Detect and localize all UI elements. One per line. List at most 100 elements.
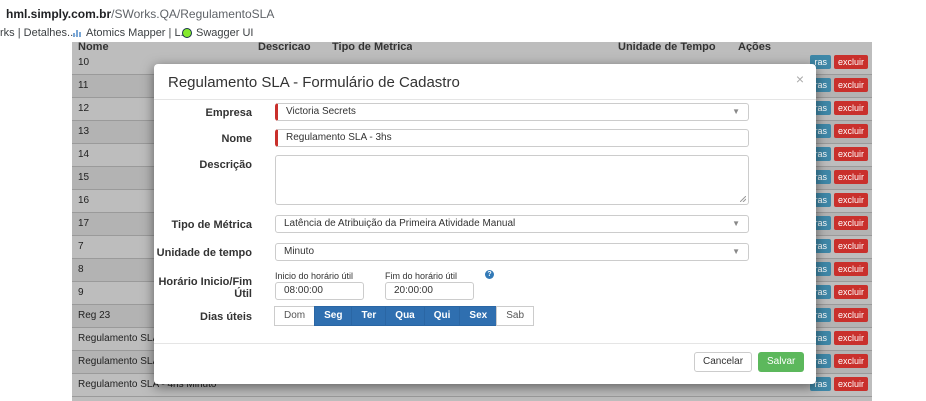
- column-header: Ações: [738, 42, 772, 52]
- help-icon[interactable]: ?: [485, 270, 494, 279]
- bookmark-label: Swagger UI: [196, 27, 254, 39]
- chevron-down-icon: ▼: [732, 219, 740, 228]
- row-name: 15: [78, 172, 90, 183]
- page-right-margin: [872, 42, 926, 401]
- column-header: Nome: [78, 42, 109, 52]
- bookmark-detalhes[interactable]: rks | Detalhes...: [0, 27, 76, 39]
- delete-button[interactable]: excluir: [833, 377, 868, 391]
- row-name: 12: [78, 103, 90, 114]
- horario-label: Horário Inicio/Fim Útil: [154, 276, 252, 300]
- day-toggle-ter[interactable]: Ter: [351, 306, 387, 326]
- modal-title: Regulamento SLA - Formulário de Cadastro: [168, 74, 460, 91]
- row-actions: ras excluir: [810, 147, 868, 161]
- empresa-value: Victoria Secrets: [286, 106, 356, 117]
- row-actions: ras excluir: [810, 308, 868, 322]
- chevron-down-icon: ▼: [732, 247, 740, 256]
- resize-handle-icon[interactable]: [740, 196, 746, 202]
- descricao-textarea[interactable]: [275, 155, 749, 205]
- column-header: Descricao: [258, 42, 311, 52]
- table-header: Nome Descricao Tipo de Metrica Unidade d…: [72, 42, 872, 52]
- column-header: Unidade de Tempo: [618, 42, 716, 52]
- row-name: 14: [78, 149, 90, 160]
- row-actions: ras excluir: [810, 262, 868, 276]
- row-name: 9: [78, 287, 84, 298]
- delete-button[interactable]: excluir: [833, 147, 868, 161]
- column-header: Tipo de Metrica: [332, 42, 413, 52]
- fim-value: 20:00:00: [394, 285, 433, 296]
- day-toggle-sex[interactable]: Sex: [459, 306, 498, 326]
- row-actions: ras excluir: [810, 101, 868, 115]
- tipo-metrica-value: Latência de Atribuição da Primeira Ativi…: [284, 218, 516, 229]
- row-name: 8: [78, 264, 84, 275]
- empresa-select[interactable]: Victoria Secrets ▼: [275, 103, 749, 121]
- url-path: /SWorks.QA/RegulamentoSLA: [111, 7, 275, 21]
- row-actions: ras excluir: [810, 354, 868, 368]
- delete-button[interactable]: excluir: [833, 239, 868, 253]
- bookmark-label: Atomics Mapper | L...: [86, 27, 190, 39]
- modal-header-divider: [154, 99, 816, 100]
- tipo-metrica-label: Tipo de Métrica: [171, 219, 252, 231]
- bookmarks-bar: rks | Detalhes... Atomics Mapper | L... …: [0, 27, 926, 42]
- dias-toggle-group: Dom Seg Ter Qua Qui Sex Sab: [274, 306, 535, 326]
- row-name: 13: [78, 126, 90, 137]
- close-icon[interactable]: ×: [796, 71, 804, 87]
- page-left-margin: [0, 42, 72, 401]
- delete-button[interactable]: excluir: [833, 285, 868, 299]
- url-text[interactable]: hml.simply.com.br/SWorks.QA/RegulamentoS…: [6, 7, 274, 21]
- day-toggle-seg[interactable]: Seg: [314, 306, 353, 326]
- tipo-metrica-select[interactable]: Latência de Atribuição da Primeira Ativi…: [275, 215, 749, 233]
- row-name: 7: [78, 241, 84, 252]
- bookmark-atomics-mapper[interactable]: Atomics Mapper | L...: [72, 27, 190, 39]
- day-toggle-dom[interactable]: Dom: [274, 306, 316, 326]
- horario-label-line2: Útil: [234, 288, 252, 300]
- delete-button[interactable]: excluir: [833, 216, 868, 230]
- row-actions: ras excluir: [810, 285, 868, 299]
- row-actions: ras excluir: [810, 193, 868, 207]
- sla-form-modal: Regulamento SLA - Formulário de Cadastro…: [154, 64, 816, 384]
- row-actions: ras excluir: [810, 239, 868, 253]
- day-toggle-qua[interactable]: Qua: [385, 306, 425, 326]
- dias-label: Dias úteis: [200, 311, 252, 323]
- unidade-tempo-select[interactable]: Minuto ▼: [275, 243, 749, 261]
- bookmark-label: rks | Detalhes...: [0, 27, 77, 39]
- delete-button[interactable]: excluir: [833, 101, 868, 115]
- delete-button[interactable]: excluir: [833, 262, 868, 276]
- address-bar[interactable]: hml.simply.com.br/SWorks.QA/RegulamentoS…: [0, 0, 926, 27]
- day-toggle-sab[interactable]: Sab: [496, 306, 535, 326]
- row-name: 16: [78, 195, 90, 206]
- fim-input[interactable]: 20:00:00: [385, 282, 474, 300]
- delete-button[interactable]: excluir: [833, 354, 868, 368]
- delete-button[interactable]: excluir: [833, 308, 868, 322]
- row-actions: ras excluir: [810, 377, 868, 391]
- cancel-button[interactable]: Cancelar: [694, 352, 753, 372]
- row-actions: ras excluir: [810, 331, 868, 345]
- delete-button[interactable]: excluir: [833, 55, 868, 69]
- row-name: Reg 23: [78, 310, 111, 321]
- inicio-value: 08:00:00: [284, 285, 323, 296]
- delete-button[interactable]: excluir: [833, 78, 868, 92]
- inicio-input[interactable]: 08:00:00: [275, 282, 364, 300]
- delete-button[interactable]: excluir: [833, 124, 868, 138]
- descricao-label: Descrição: [199, 159, 252, 171]
- inicio-label: Inicio do horário útil: [275, 271, 354, 281]
- fim-label: Fim do horário útil: [385, 271, 458, 281]
- row-actions: ras excluir: [810, 78, 868, 92]
- modal-footer-divider: [154, 343, 816, 344]
- row-name: Regulamento SLA: [78, 356, 160, 367]
- empresa-label: Empresa: [205, 107, 252, 119]
- delete-button[interactable]: excluir: [833, 193, 868, 207]
- row-name: 10: [78, 57, 90, 68]
- row-name: Regulamento SLA: [78, 333, 160, 344]
- save-button[interactable]: Salvar: [758, 352, 805, 372]
- day-toggle-qui[interactable]: Qui: [423, 306, 461, 326]
- row-actions: ras excluir: [810, 124, 868, 138]
- nome-input[interactable]: Regulamento SLA - 3hs: [275, 129, 749, 147]
- bookmark-swagger[interactable]: Swagger UI: [182, 27, 253, 39]
- url-host: hml.simply.com.br: [6, 7, 112, 21]
- row-actions: ras excluir: [810, 170, 868, 184]
- horario-label-line1: Horário Inicio/Fim: [158, 276, 252, 288]
- chevron-down-icon: ▼: [732, 107, 740, 116]
- swagger-icon: [182, 28, 192, 38]
- delete-button[interactable]: excluir: [833, 331, 868, 345]
- delete-button[interactable]: excluir: [833, 170, 868, 184]
